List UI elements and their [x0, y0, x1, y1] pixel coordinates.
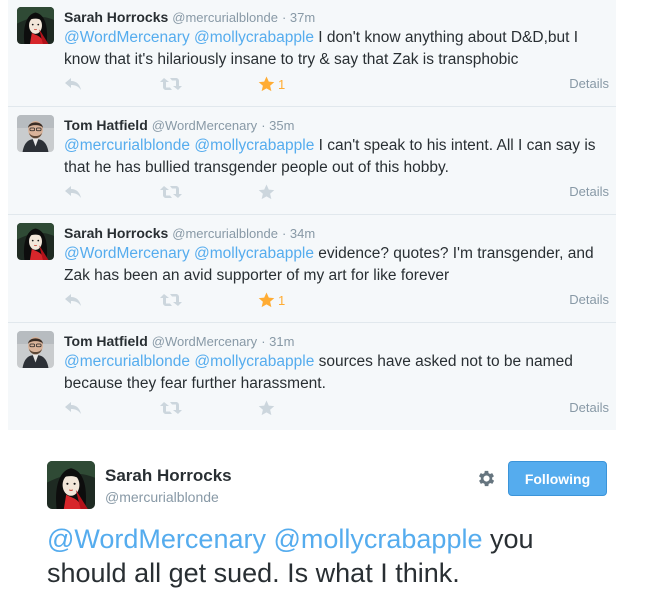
- tweet-actions: 1 Details: [64, 288, 609, 312]
- mention-link[interactable]: @mollycrabapple: [194, 137, 314, 154]
- retweet-icon[interactable]: [160, 290, 182, 310]
- mention-link[interactable]: @mercurialblonde: [64, 137, 190, 154]
- following-button[interactable]: Following: [508, 461, 607, 496]
- favorite-count: 1: [278, 292, 286, 308]
- tweet-text: @WordMercenary @mollycrabapple I don't k…: [64, 27, 609, 71]
- star-icon: [258, 400, 275, 416]
- reply-icon[interactable]: [64, 74, 82, 94]
- tweet-header: Sarah Horrocks @mercurialblonde · 34m: [64, 223, 315, 243]
- author-name[interactable]: Tom Hatfield: [64, 117, 148, 133]
- favorite-button[interactable]: [258, 398, 278, 418]
- tweet-item[interactable]: Tom Hatfield @WordMercenary · 35m @mercuria…: [8, 108, 616, 215]
- tweet-text: @WordMercenary @mollycrabapple evidence?…: [64, 243, 609, 287]
- author-handle[interactable]: @mercurialblonde: [172, 226, 278, 241]
- retweet-icon[interactable]: [160, 182, 182, 202]
- author-handle[interactable]: @WordMercenary: [152, 118, 257, 133]
- tweet-header: Tom Hatfield @WordMercenary · 31m: [64, 331, 294, 351]
- tweet-actions: 1 Details: [64, 72, 609, 96]
- tweet-text: @mercurialblonde @mollycrabapple sources…: [64, 351, 609, 395]
- mention-link[interactable]: @WordMercenary: [64, 245, 190, 262]
- tweet-text: @mercurialblonde @mollycrabapple I can't…: [64, 135, 609, 179]
- details-link[interactable]: Details: [569, 398, 609, 418]
- details-link[interactable]: Details: [569, 182, 609, 202]
- tweet-text: @WordMercenary @mollycrabapple you shoul…: [47, 522, 607, 590]
- favorite-button[interactable]: [258, 182, 278, 202]
- tweet-actions: Details: [64, 396, 609, 420]
- reply-icon[interactable]: [64, 290, 82, 310]
- tweet-actions: Details: [64, 180, 609, 204]
- mention-link[interactable]: @mollycrabapple: [194, 245, 314, 262]
- favorite-count: 1: [278, 76, 286, 92]
- mention-link[interactable]: @WordMercenary: [64, 29, 190, 46]
- timestamp[interactable]: · 31m: [261, 334, 294, 349]
- retweet-icon[interactable]: [160, 398, 182, 418]
- mention-link[interactable]: @WordMercenary: [47, 524, 266, 554]
- mention-link[interactable]: @mollycrabapple: [194, 29, 314, 46]
- author-name[interactable]: Sarah Horrocks: [64, 225, 168, 241]
- avatar[interactable]: [17, 7, 54, 44]
- tweet-item[interactable]: Sarah Horrocks @mercurialblonde · 37m @Word…: [8, 0, 616, 107]
- avatar[interactable]: [17, 331, 54, 368]
- main-tweet: Sarah Horrocks @mercurialblonde Followin…: [0, 430, 657, 605]
- star-icon: [258, 184, 275, 200]
- avatar[interactable]: [17, 223, 54, 260]
- mention-link[interactable]: @mollycrabapple: [194, 353, 314, 370]
- avatar[interactable]: [17, 115, 54, 152]
- reply-icon[interactable]: [64, 182, 82, 202]
- favorite-button[interactable]: 1: [258, 74, 285, 94]
- tweet-header: Tom Hatfield @WordMercenary · 35m: [64, 115, 294, 135]
- timestamp[interactable]: · 34m: [282, 226, 315, 241]
- author-handle[interactable]: @mercurialblonde: [172, 10, 278, 25]
- author-name[interactable]: Sarah Horrocks: [105, 466, 232, 486]
- author-handle[interactable]: @WordMercenary: [152, 334, 257, 349]
- author-name[interactable]: Sarah Horrocks: [64, 9, 168, 25]
- details-link[interactable]: Details: [569, 290, 609, 310]
- conversation-thread: Sarah Horrocks @mercurialblonde · 37m @Word…: [8, 0, 616, 431]
- tweet-item[interactable]: Sarah Horrocks @mercurialblonde · 34m @Word…: [8, 216, 616, 323]
- avatar[interactable]: [47, 461, 95, 509]
- timestamp[interactable]: · 37m: [282, 10, 315, 25]
- mention-link[interactable]: @mercurialblonde: [64, 353, 190, 370]
- star-icon: [258, 76, 275, 92]
- details-link[interactable]: Details: [569, 74, 609, 94]
- reply-icon[interactable]: [64, 398, 82, 418]
- author-handle[interactable]: @mercurialblonde: [105, 488, 219, 506]
- tweet-item[interactable]: Tom Hatfield @WordMercenary · 31m @mercuria…: [8, 324, 616, 431]
- timestamp[interactable]: · 35m: [261, 118, 294, 133]
- mention-link[interactable]: @mollycrabapple: [273, 524, 482, 554]
- retweet-icon[interactable]: [160, 74, 182, 94]
- author-name[interactable]: Tom Hatfield: [64, 333, 148, 349]
- star-icon: [258, 292, 275, 308]
- favorite-button[interactable]: 1: [258, 290, 285, 310]
- tweet-header: Sarah Horrocks @mercurialblonde · 37m: [64, 7, 315, 27]
- gear-icon[interactable]: [476, 468, 497, 489]
